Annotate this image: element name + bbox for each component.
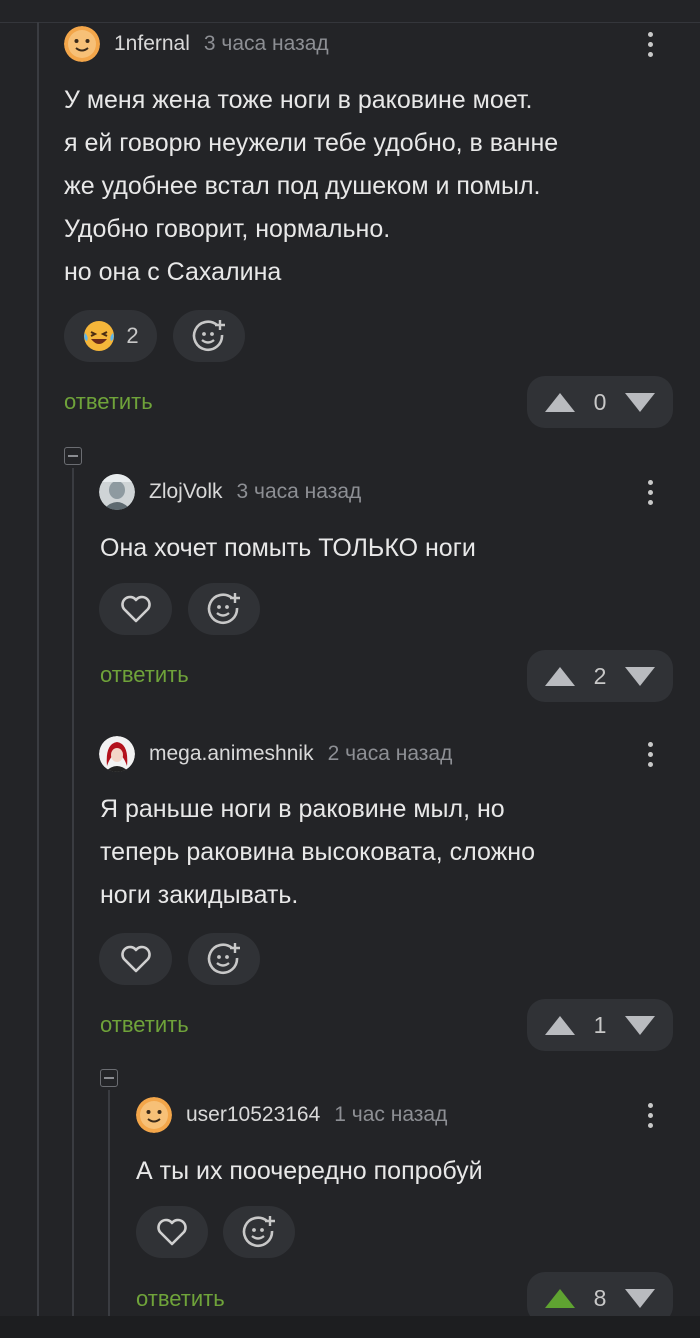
collapse-thread-button[interactable] — [64, 447, 82, 465]
collapse-thread-button[interactable] — [100, 1069, 118, 1087]
comment-text-line: я ей говорю неужели тебе удобно, в ванне — [64, 129, 559, 157]
comment-time: 1 час назад — [334, 1103, 448, 1126]
rating-value: 2 — [593, 662, 607, 689]
comment-header: 1nfernal 3 часа назад — [64, 26, 329, 62]
more-options-icon[interactable] — [640, 1097, 660, 1133]
comment-text: У меня жена тоже ноги в раковине моет. я… — [64, 79, 558, 294]
add-emoji-icon — [207, 943, 240, 974]
bottom-bar — [0, 1316, 700, 1338]
rating-value: 1 — [593, 1011, 607, 1038]
upvote-icon[interactable] — [545, 666, 575, 686]
upvote-icon[interactable] — [545, 1288, 575, 1308]
downvote-icon[interactable] — [624, 1288, 655, 1308]
reply-link[interactable]: ответить — [64, 389, 153, 415]
reply-link[interactable]: ответить — [100, 1012, 189, 1038]
thread-line — [37, 22, 39, 1316]
add-emoji-icon — [207, 593, 240, 624]
comment-text-line: же удобнее встал под душеком и помыл. — [64, 172, 541, 200]
avatar[interactable] — [64, 26, 100, 62]
comment-text: А ты их поочередно попробуй — [136, 1150, 483, 1193]
upvote-icon[interactable] — [545, 392, 575, 412]
comment-time: 3 часа назад — [203, 32, 329, 55]
add-reaction-button[interactable] — [223, 1206, 295, 1258]
rating-widget: 2 — [527, 650, 673, 702]
comment-text-line: теперь раковина высоковата, сложно — [100, 838, 536, 866]
comment-text: Я раньше ноги в раковине мыл, но теперь … — [100, 788, 535, 917]
downvote-icon[interactable] — [624, 666, 655, 686]
rating-value: 8 — [593, 1284, 607, 1311]
avatar[interactable] — [99, 736, 135, 772]
rating-widget: 0 — [527, 376, 673, 428]
thread-line — [108, 1090, 110, 1316]
avatar[interactable] — [99, 474, 135, 510]
laughing-tears-emoji-icon — [84, 321, 115, 351]
add-emoji-icon — [192, 320, 225, 351]
like-button[interactable] — [136, 1206, 208, 1258]
rating-widget: 1 — [527, 999, 673, 1051]
heart-icon — [120, 945, 151, 973]
comment-text-line: но она с Сахалина — [64, 258, 282, 286]
reply-link[interactable]: ответить — [136, 1286, 225, 1312]
more-options-icon[interactable] — [640, 474, 660, 510]
reaction-button[interactable]: 2 — [64, 310, 157, 362]
add-emoji-icon — [242, 1216, 275, 1247]
like-button[interactable] — [99, 583, 172, 635]
more-options-icon[interactable] — [640, 26, 660, 62]
add-reaction-button[interactable] — [188, 933, 260, 985]
comment-author[interactable]: mega.animeshnik — [149, 742, 314, 766]
heart-icon — [157, 1218, 187, 1246]
reply-link[interactable]: ответить — [100, 662, 189, 688]
comment-author[interactable]: user10523164 — [186, 1103, 320, 1127]
comment-header: user10523164 1 час назад — [136, 1097, 447, 1133]
comment-author[interactable]: 1nfernal — [114, 32, 190, 56]
comment-time: 3 часа назад — [236, 480, 362, 503]
rating-value: 0 — [593, 388, 607, 415]
top-divider — [0, 0, 700, 23]
comment-text: Она хочет помыть ТОЛЬКО ноги — [100, 527, 476, 570]
comment-time: 2 часа назад — [327, 742, 453, 765]
comment-text-line: Она хочет помыть ТОЛЬКО ноги — [100, 534, 476, 562]
avatar[interactable] — [136, 1097, 172, 1133]
upvote-icon[interactable] — [545, 1015, 575, 1035]
comment-text-line: А ты их поочередно попробуй — [136, 1157, 483, 1185]
comment-text-line: ноги закидывать. — [100, 881, 299, 909]
comment-header: ZlojVolk 3 часа назад — [99, 474, 361, 510]
downvote-icon[interactable] — [624, 392, 655, 412]
comment-header: mega.animeshnik 2 часа назад — [99, 736, 452, 772]
thread-line — [72, 468, 74, 1316]
reaction-count: 2 — [126, 323, 139, 348]
comment-text-line: У меня жена тоже ноги в раковине моет. — [64, 86, 533, 114]
more-options-icon[interactable] — [640, 736, 660, 772]
like-button[interactable] — [99, 933, 172, 985]
comment-text-line: Удобно говорит, нормально. — [64, 215, 391, 243]
add-reaction-button[interactable] — [173, 310, 245, 362]
comment-text-line: Я раньше ноги в раковине мыл, но — [100, 795, 505, 823]
comment-author[interactable]: ZlojVolk — [149, 480, 223, 504]
heart-icon — [120, 595, 151, 623]
downvote-icon[interactable] — [624, 1015, 655, 1035]
add-reaction-button[interactable] — [188, 583, 260, 635]
